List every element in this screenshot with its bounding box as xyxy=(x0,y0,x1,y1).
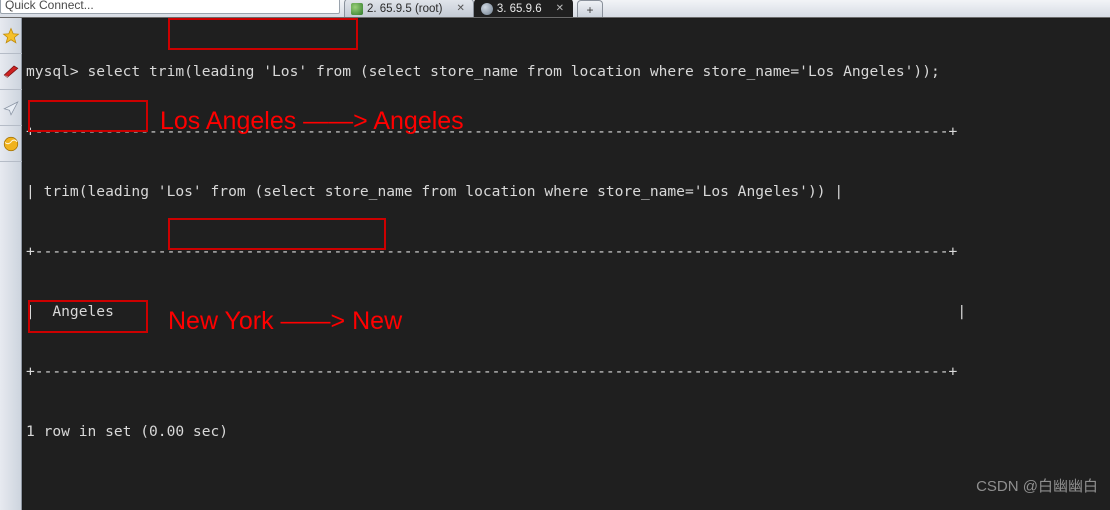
send-plane-icon xyxy=(3,100,19,116)
terminal-line: +---------------------------------------… xyxy=(26,363,958,380)
tab-session-2[interactable]: 2. 65.9.5 (root) ✕ xyxy=(344,0,474,17)
sidebar-item-favorites[interactable] xyxy=(0,18,22,54)
left-sidebar xyxy=(0,18,22,510)
terminal-line: 1 row in set (0.00 sec) xyxy=(26,423,229,440)
close-icon[interactable]: ✕ xyxy=(556,3,564,14)
window-toolbar: Quick Connect... 2. 65.9.5 (root) ✕ 3. 6… xyxy=(0,0,1110,18)
annotation-new-york: New York ——> New xyxy=(168,307,403,335)
tools-knife-icon xyxy=(3,65,19,78)
close-icon[interactable]: ✕ xyxy=(456,3,464,14)
globe-icon xyxy=(480,2,493,15)
tab-session-3[interactable]: 3. 65.9.6 ✕ xyxy=(473,0,573,17)
tab-strip: 2. 65.9.5 (root) ✕ 3. 65.9.6 ✕ + xyxy=(344,0,1110,17)
terminal-line: | trim(leading 'Los' from (select store_… xyxy=(26,183,844,200)
quick-connect-input[interactable]: Quick Connect... xyxy=(0,0,340,14)
sidebar-item-tools[interactable] xyxy=(0,54,22,90)
terminal-line: mysql> select trim(leading 'Los' from (s… xyxy=(26,63,940,80)
terminal-window: Quick Connect... 2. 65.9.5 (root) ✕ 3. 6… xyxy=(0,0,1110,510)
tab-label: 3. 65.9.6 xyxy=(496,2,542,15)
shield-icon xyxy=(351,2,363,15)
sidebar-item-network[interactable] xyxy=(0,126,22,162)
tab-label: 2. 65.9.5 (root) xyxy=(367,2,443,15)
favorites-star-icon xyxy=(2,27,20,44)
watermark-text: CSDN @白幽幽白 xyxy=(976,478,1098,495)
sidebar-item-send[interactable] xyxy=(0,90,22,126)
globe-sphere-icon xyxy=(3,136,19,151)
terminal-line: +---------------------------------------… xyxy=(26,243,958,260)
annotation-los-angeles: Los Angeles ——> Angeles xyxy=(160,107,464,135)
terminal-output[interactable]: mysql> select trim(leading 'Los' from (s… xyxy=(23,19,1110,510)
new-tab-button[interactable]: + xyxy=(576,0,603,17)
